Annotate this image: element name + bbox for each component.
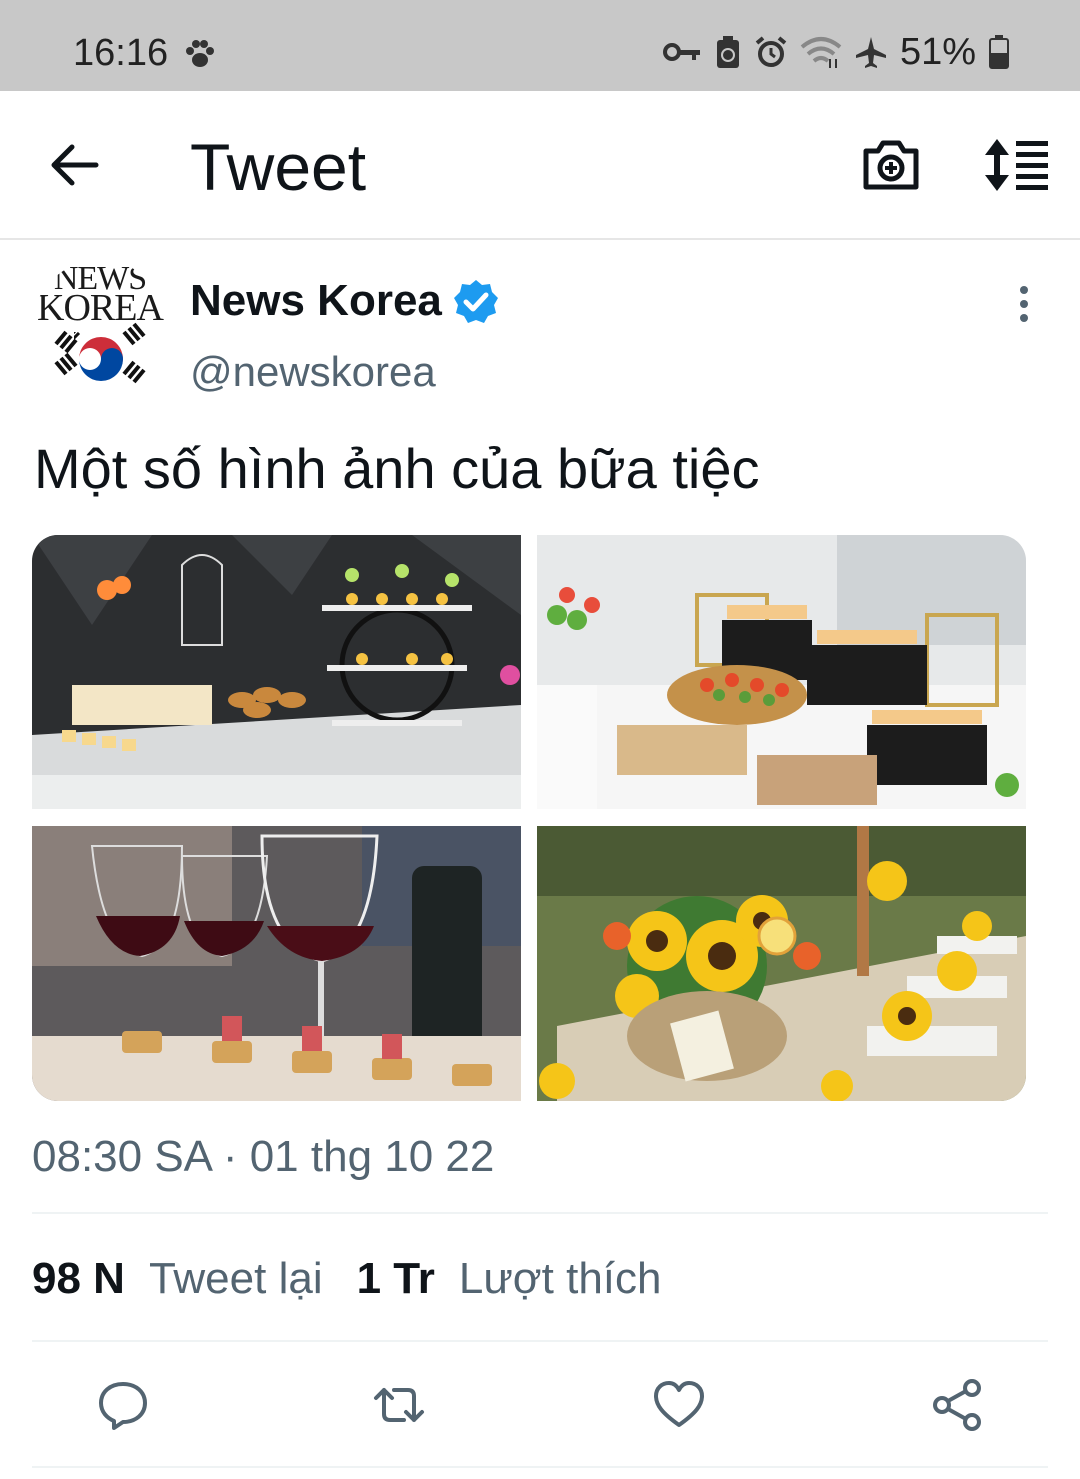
page-title: Tweet bbox=[190, 130, 367, 204]
divider bbox=[32, 1340, 1048, 1342]
sunflower-table-decor-photo[interactable] bbox=[537, 826, 1026, 1101]
retweet-label[interactable]: Tweet lại bbox=[149, 1254, 323, 1304]
flag-trigrams-icon bbox=[54, 322, 146, 384]
alarm-icon bbox=[755, 36, 787, 67]
status-icons: 51% bbox=[662, 30, 1010, 74]
status-time: 16:16 bbox=[73, 32, 169, 74]
sort-icon[interactable] bbox=[982, 135, 1052, 195]
tweet-stats: 98 N Tweet lại 1 Tr Lượt thích bbox=[32, 1254, 662, 1304]
wine-glasses-canapes-photo[interactable] bbox=[32, 826, 521, 1101]
back-arrow-icon[interactable] bbox=[44, 135, 104, 195]
more-options-icon[interactable] bbox=[1006, 284, 1042, 324]
author-name[interactable]: News Korea bbox=[190, 276, 442, 326]
tweet-text: Một số hình ảnh của bữa tiệc bbox=[34, 437, 760, 500]
divider bbox=[32, 1212, 1048, 1214]
retweet-count[interactable]: 98 N bbox=[32, 1254, 125, 1304]
party-buffet-dessert-photo[interactable] bbox=[32, 535, 521, 809]
author-handle[interactable]: @newskorea bbox=[190, 348, 436, 396]
wifi-icon bbox=[800, 37, 842, 68]
verified-badge-icon bbox=[454, 280, 498, 323]
battery-icon bbox=[989, 35, 1009, 69]
like-count[interactable]: 1 Tr bbox=[357, 1254, 435, 1304]
battery-percent: 51% bbox=[899, 30, 976, 73]
tweet-timestamp[interactable]: 08:30 SA · 01 thg 10 22 bbox=[32, 1132, 494, 1182]
reply-icon[interactable] bbox=[96, 1378, 150, 1432]
party-sushi-table-photo[interactable] bbox=[537, 535, 1026, 809]
like-icon[interactable] bbox=[652, 1378, 706, 1432]
top-app-bar: Tweet bbox=[0, 91, 1080, 240]
divider bbox=[32, 1466, 1048, 1468]
retweet-icon[interactable] bbox=[372, 1378, 426, 1432]
vpn-key-icon bbox=[662, 43, 700, 61]
airplane-icon bbox=[855, 37, 886, 68]
share-icon[interactable] bbox=[930, 1378, 984, 1432]
paw-icon bbox=[186, 40, 214, 67]
status-bar: 16:16 51% bbox=[0, 0, 1080, 91]
recycle-icon bbox=[716, 36, 739, 68]
like-label[interactable]: Lượt thích bbox=[459, 1254, 662, 1304]
camera-add-icon[interactable] bbox=[860, 135, 922, 195]
